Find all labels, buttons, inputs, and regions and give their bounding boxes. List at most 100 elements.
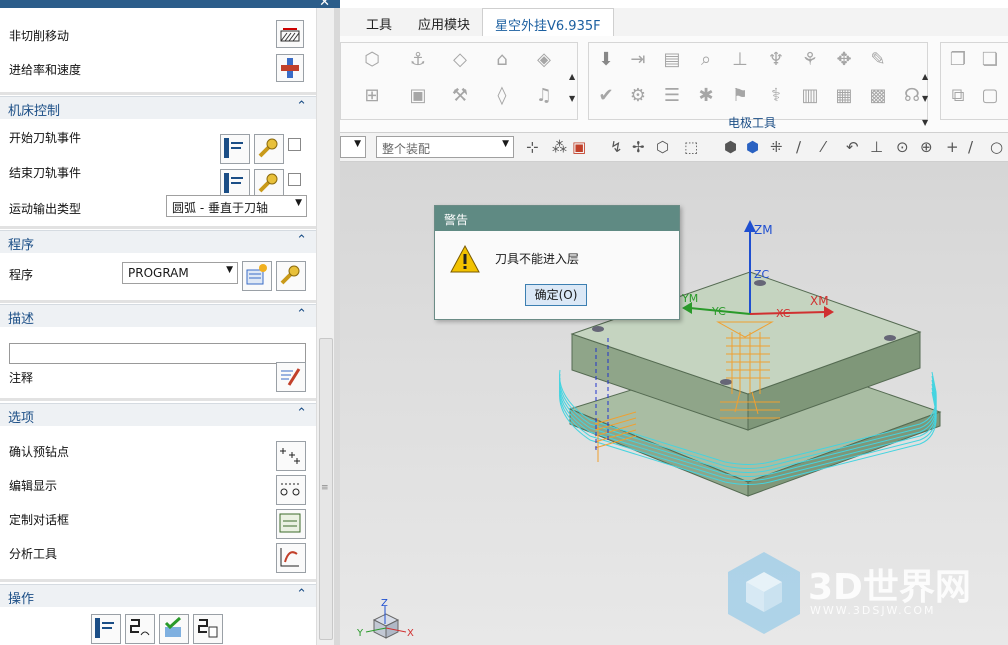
- electrode-branch-icon[interactable]: ⚙: [627, 85, 649, 107]
- solid-cube-icon[interactable]: ⬢: [746, 138, 759, 156]
- electrode-plug-icon[interactable]: ☊: [901, 85, 923, 107]
- electrode-check-icon[interactable]: ✔: [595, 85, 617, 107]
- wireframe-icon[interactable]: ◊: [491, 85, 513, 107]
- electrode-frame-icon[interactable]: ✥: [833, 49, 855, 71]
- diagonal-icon[interactable]: ⁄: [822, 138, 825, 156]
- group-expand-icon[interactable]: ▼: [922, 118, 928, 127]
- select-point-icon[interactable]: ▣: [572, 138, 586, 156]
- cube-view-icon[interactable]: ⬢: [724, 138, 737, 156]
- machine-control-header[interactable]: 机床控制 ⌃: [0, 96, 316, 119]
- tool-icon[interactable]: ⚒: [449, 85, 471, 107]
- non-cutting-moves-button[interactable]: [276, 20, 304, 48]
- electrode-move-icon[interactable]: ⇥: [627, 49, 649, 71]
- tab-xingkong-plugin[interactable]: 星空外挂V6.935F: [482, 8, 614, 36]
- page-icon[interactable]: ❏: [979, 49, 1001, 71]
- program-select[interactable]: PROGRAM ▼: [122, 262, 238, 284]
- grid-icon[interactable]: ⊞: [361, 85, 383, 107]
- panel-scrollbar[interactable]: ≡: [316, 8, 334, 645]
- electrode-multi-icon[interactable]: ⚘: [799, 49, 821, 71]
- electrode-image-icon[interactable]: ▥: [799, 85, 821, 107]
- list-toolpath-button[interactable]: [193, 614, 223, 644]
- customize-dialog-button[interactable]: [276, 509, 306, 539]
- electrode-single-icon[interactable]: ♆: [765, 49, 787, 71]
- feeds-speeds-label: 进给率和速度: [9, 63, 82, 77]
- slash-icon[interactable]: /: [968, 138, 973, 156]
- collapse-chevron-icon[interactable]: ⌃: [296, 406, 307, 421]
- options-header[interactable]: 选项 ⌃: [0, 403, 316, 426]
- electrode-sheet-icon[interactable]: ▦: [833, 85, 855, 107]
- edit-display-button[interactable]: [276, 475, 306, 505]
- start-event-checkbox[interactable]: [288, 138, 301, 151]
- dropdown-arrow-icon: ▼: [226, 265, 233, 275]
- nodes-icon[interactable]: ⁜: [770, 138, 783, 156]
- tab-tools[interactable]: 工具: [366, 14, 392, 33]
- electrode-tree-icon[interactable]: ⚕: [765, 85, 787, 107]
- electrode-search-icon[interactable]: ⌕: [695, 49, 717, 71]
- collapse-chevron-icon[interactable]: ⌃: [296, 587, 307, 602]
- frame-icon[interactable]: ▢: [979, 85, 1001, 107]
- layers-icon[interactable]: ⧉: [947, 85, 969, 107]
- collapse-chevron-icon[interactable]: ⌃: [296, 233, 307, 248]
- electrode-book-icon[interactable]: ▤: [661, 49, 683, 71]
- description-header[interactable]: 描述 ⌃: [0, 304, 316, 327]
- scroll-down-arrow-icon[interactable]: ▼: [922, 94, 928, 103]
- cursor-icon[interactable]: ↯: [610, 138, 623, 156]
- curve-icon[interactable]: ↶: [846, 138, 859, 156]
- end-event-checkbox[interactable]: [288, 173, 301, 186]
- electrode-name-icon[interactable]: ✎: [867, 49, 889, 71]
- polygon-icon[interactable]: ⬡: [656, 138, 669, 156]
- snap-icon[interactable]: ⊹: [526, 138, 539, 156]
- hook-icon[interactable]: ⚓: [407, 49, 429, 71]
- tangent-icon[interactable]: ⊥: [870, 138, 883, 156]
- collapse-chevron-icon[interactable]: ⌃: [296, 307, 307, 322]
- square-circle-icon[interactable]: ▣: [407, 85, 429, 107]
- electrode-chart-icon[interactable]: ⚑: [729, 85, 751, 107]
- start-event-edit-button[interactable]: [220, 134, 250, 164]
- warning-dialog-titlebar[interactable]: 警告: [435, 206, 679, 231]
- generate-toolpath-button[interactable]: [91, 614, 121, 644]
- eraser-icon[interactable]: ◈: [533, 49, 555, 71]
- tab-application[interactable]: 应用模块: [418, 14, 470, 33]
- edit-program-button[interactable]: [276, 261, 306, 291]
- cube-icon[interactable]: ⬡: [361, 49, 383, 71]
- edit-notes-button[interactable]: [276, 362, 306, 392]
- collapse-chevron-icon[interactable]: ⌃: [296, 99, 307, 114]
- analysis-tools-button[interactable]: [276, 543, 306, 573]
- electrode-list-icon[interactable]: ☰: [661, 85, 683, 107]
- warning-message: 刀具不能进入层: [495, 252, 580, 266]
- pipe-icon[interactable]: ⌂: [491, 49, 513, 71]
- point-select-icon[interactable]: ⁂: [552, 138, 567, 156]
- motion-type-select[interactable]: 圆弧 - 垂直于刀轴 ▼: [166, 195, 307, 217]
- replay-toolpath-button[interactable]: [125, 614, 155, 644]
- description-title: 描述: [8, 312, 35, 327]
- feeds-speeds-button[interactable]: [276, 54, 304, 82]
- crosshair-icon[interactable]: ⊕: [920, 138, 933, 156]
- bell-icon[interactable]: ♫: [533, 85, 555, 107]
- search-circle-icon[interactable]: ○: [990, 138, 1003, 156]
- scroll-up-arrow-icon[interactable]: ▲: [569, 72, 575, 81]
- ok-button[interactable]: 确定(O): [525, 284, 587, 306]
- description-input[interactable]: [9, 343, 306, 364]
- program-header[interactable]: 程序 ⌃: [0, 230, 316, 253]
- confirm-predrill-button[interactable]: [276, 441, 306, 471]
- plus-icon[interactable]: +: [946, 138, 959, 156]
- box-icon[interactable]: ◇: [449, 49, 471, 71]
- electrode-star-icon[interactable]: ✱: [695, 85, 717, 107]
- new-program-button[interactable]: [242, 261, 272, 291]
- scroll-up-arrow-icon[interactable]: ▲: [922, 72, 928, 81]
- scope-filter-select[interactable]: 整个装配 ▼: [376, 136, 514, 158]
- copy-icon[interactable]: ❐: [947, 49, 969, 71]
- electrode-base-icon[interactable]: ⊥: [729, 49, 751, 71]
- circle-center-icon[interactable]: ⊙: [896, 138, 909, 156]
- electrode-down-icon[interactable]: ⬇: [595, 49, 617, 71]
- rect-select-icon[interactable]: ⬚: [684, 138, 698, 156]
- electrode-table-icon[interactable]: ▩: [867, 85, 889, 107]
- non-cutting-moves-label: 非切削移动: [9, 29, 70, 43]
- scroll-down-arrow-icon[interactable]: ▼: [569, 94, 575, 103]
- type-filter-select[interactable]: ▼: [340, 136, 366, 158]
- line-icon[interactable]: ∕: [796, 138, 801, 156]
- start-event-wrench-button[interactable]: [254, 134, 284, 164]
- verify-toolpath-button[interactable]: [159, 614, 189, 644]
- actions-header[interactable]: 操作 ⌃: [0, 584, 316, 607]
- target-icon[interactable]: ✢: [632, 138, 645, 156]
